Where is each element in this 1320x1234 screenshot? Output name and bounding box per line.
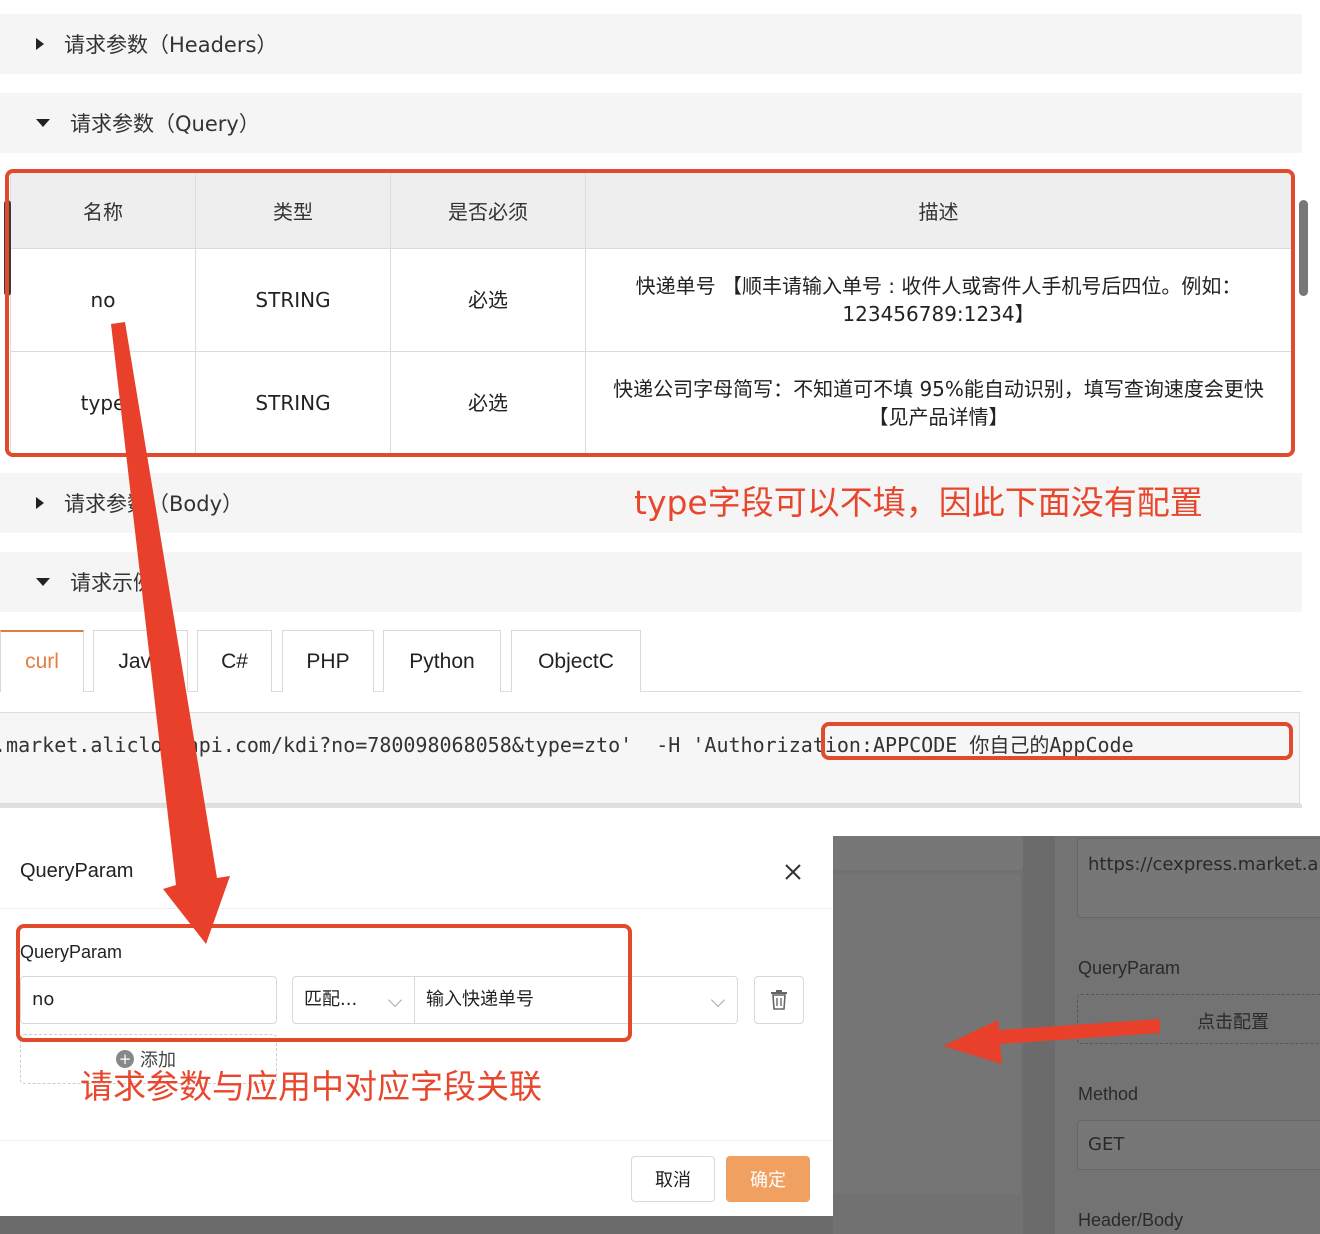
annotation-arrows — [111, 322, 1160, 1064]
arrow-down-icon — [111, 322, 230, 944]
arrow-left-icon — [943, 1019, 1160, 1064]
